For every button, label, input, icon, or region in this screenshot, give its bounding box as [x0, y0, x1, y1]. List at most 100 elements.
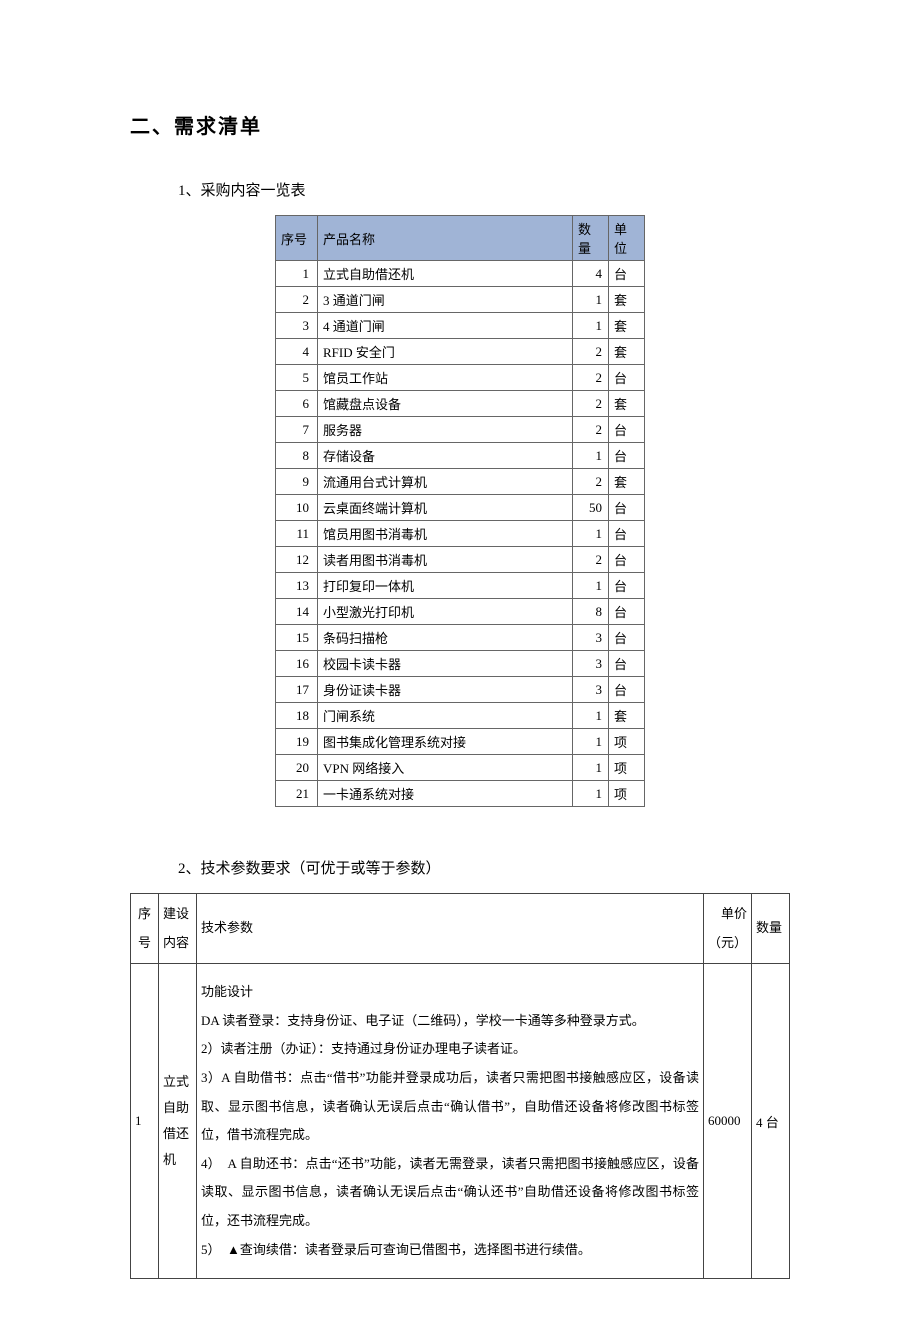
cell-name: 门闸系统 — [318, 703, 573, 729]
cell-qty: 1 — [573, 703, 609, 729]
cell-name: 馆藏盘点设备 — [318, 391, 573, 417]
table-row: 19图书集成化管理系统对接1项 — [276, 729, 645, 755]
table-row: 13打印复印一体机1台 — [276, 573, 645, 599]
cell-seq: 5 — [276, 365, 318, 391]
cell-name: RFID 安全门 — [318, 339, 573, 365]
items-table: 序号 产品名称 数量 单位 1立式自助借还机4台23 通道门闸1套34 通道门闸… — [275, 215, 645, 807]
table-row: 34 通道门闸1套 — [276, 313, 645, 339]
cell-seq: 3 — [276, 313, 318, 339]
cell-seq: 7 — [276, 417, 318, 443]
items-table-wrapper: 序号 产品名称 数量 单位 1立式自助借还机4台23 通道门闸1套34 通道门闸… — [130, 215, 790, 807]
cell-unit: 套 — [609, 287, 645, 313]
cell-name: 读者用图书消毒机 — [318, 547, 573, 573]
cell-name: 图书集成化管理系统对接 — [318, 729, 573, 755]
cell-unit: 台 — [609, 443, 645, 469]
header-seq: 序号 — [276, 216, 318, 261]
cell-seq: 12 — [276, 547, 318, 573]
table-row: 10云桌面终端计算机50台 — [276, 495, 645, 521]
cell-unit: 台 — [609, 547, 645, 573]
cell-name: 打印复印一体机 — [318, 573, 573, 599]
cell-qty: 1 — [573, 521, 609, 547]
header-name: 产品名称 — [318, 216, 573, 261]
spec-header-price: 单价（元） — [704, 894, 752, 964]
cell-unit: 台 — [609, 677, 645, 703]
table-row: 23 通道门闸1套 — [276, 287, 645, 313]
cell-qty: 2 — [573, 417, 609, 443]
table-row: 12读者用图书消毒机2台 — [276, 547, 645, 573]
cell-unit: 套 — [609, 391, 645, 417]
table-row: 21一卡通系统对接1项 — [276, 781, 645, 807]
table-row: 6馆藏盘点设备2套 — [276, 391, 645, 417]
cell-seq: 14 — [276, 599, 318, 625]
cell-unit: 套 — [609, 703, 645, 729]
cell-seq: 20 — [276, 755, 318, 781]
cell-name: 校园卡读卡器 — [318, 651, 573, 677]
spec-header-spec: 技术参数 — [197, 894, 704, 964]
cell-name: 流通用台式计算机 — [318, 469, 573, 495]
cell-seq: 9 — [276, 469, 318, 495]
cell-qty: 2 — [573, 339, 609, 365]
table-row: 16校园卡读卡器3台 — [276, 651, 645, 677]
cell-seq: 2 — [276, 287, 318, 313]
cell-unit: 套 — [609, 313, 645, 339]
cell-unit: 台 — [609, 599, 645, 625]
table-row: 18门闸系统1套 — [276, 703, 645, 729]
section-title: 二、需求清单 — [130, 110, 790, 139]
spec-qty: 4 台 — [752, 964, 790, 1279]
cell-qty: 3 — [573, 651, 609, 677]
table-row: 1立式自助借还机4台 — [276, 261, 645, 287]
table-row: 17身份证读卡器3台 — [276, 677, 645, 703]
spec-header-item: 建设内容 — [159, 894, 197, 964]
cell-seq: 1 — [276, 261, 318, 287]
table-row: 5馆员工作站2台 — [276, 365, 645, 391]
table-row: 20VPN 网络接入1项 — [276, 755, 645, 781]
table-row: 7服务器2台 — [276, 417, 645, 443]
cell-seq: 8 — [276, 443, 318, 469]
cell-name: 小型激光打印机 — [318, 599, 573, 625]
cell-seq: 13 — [276, 573, 318, 599]
cell-unit: 项 — [609, 755, 645, 781]
cell-unit: 台 — [609, 261, 645, 287]
cell-unit: 台 — [609, 573, 645, 599]
cell-qty: 1 — [573, 573, 609, 599]
cell-unit: 台 — [609, 495, 645, 521]
table-row: 11馆员用图书消毒机1台 — [276, 521, 645, 547]
cell-qty: 1 — [573, 755, 609, 781]
cell-name: 条码扫描枪 — [318, 625, 573, 651]
cell-unit: 台 — [609, 417, 645, 443]
cell-name: 存储设备 — [318, 443, 573, 469]
cell-name: VPN 网络接入 — [318, 755, 573, 781]
header-qty: 数量 — [573, 216, 609, 261]
cell-seq: 15 — [276, 625, 318, 651]
spec-seq: 1 — [131, 964, 159, 1279]
spec-header-qty: 数量 — [752, 894, 790, 964]
cell-name: 云桌面终端计算机 — [318, 495, 573, 521]
items-table-header-row: 序号 产品名称 数量 单位 — [276, 216, 645, 261]
cell-unit: 台 — [609, 651, 645, 677]
cell-qty: 50 — [573, 495, 609, 521]
cell-name: 4 通道门闸 — [318, 313, 573, 339]
cell-qty: 8 — [573, 599, 609, 625]
cell-qty: 3 — [573, 625, 609, 651]
cell-name: 3 通道门闸 — [318, 287, 573, 313]
spec-price: 60000 — [704, 964, 752, 1279]
cell-name: 服务器 — [318, 417, 573, 443]
cell-name: 身份证读卡器 — [318, 677, 573, 703]
cell-unit: 套 — [609, 339, 645, 365]
cell-seq: 21 — [276, 781, 318, 807]
cell-seq: 6 — [276, 391, 318, 417]
cell-qty: 3 — [573, 677, 609, 703]
cell-unit: 台 — [609, 625, 645, 651]
table-row: 9流通用台式计算机2套 — [276, 469, 645, 495]
cell-qty: 2 — [573, 469, 609, 495]
cell-qty: 1 — [573, 313, 609, 339]
cell-qty: 2 — [573, 365, 609, 391]
header-unit: 单位 — [609, 216, 645, 261]
cell-seq: 18 — [276, 703, 318, 729]
subsection-2-title: 2、技术参数要求（可优于或等于参数） — [178, 857, 790, 878]
cell-qty: 2 — [573, 547, 609, 573]
cell-unit: 台 — [609, 365, 645, 391]
cell-name: 馆员用图书消毒机 — [318, 521, 573, 547]
cell-qty: 2 — [573, 391, 609, 417]
cell-unit: 项 — [609, 781, 645, 807]
